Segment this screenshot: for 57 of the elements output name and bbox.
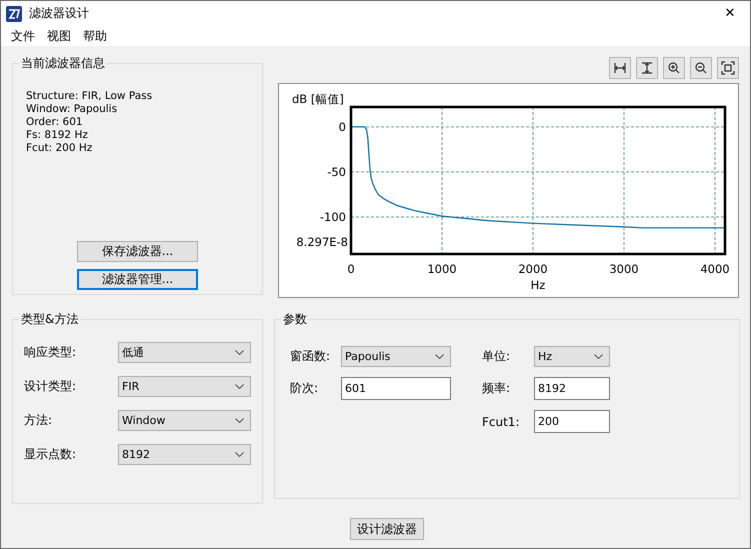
field-label: 阶次: bbox=[290, 380, 320, 397]
dropdown[interactable]: Papoulis bbox=[341, 346, 451, 367]
dropdown[interactable]: 8192 bbox=[118, 444, 251, 465]
filter-button[interactable]: 保存滤波器... bbox=[77, 241, 198, 262]
input-field[interactable]: 601 bbox=[341, 377, 451, 400]
fit-all-icon[interactable] bbox=[717, 57, 739, 79]
field-label: 设计类型: bbox=[24, 378, 78, 395]
group-title: 参数 bbox=[282, 311, 308, 328]
y-tick-label: 0 bbox=[338, 120, 346, 134]
input-field[interactable]: 200 bbox=[534, 410, 610, 433]
app-logo-icon bbox=[6, 6, 22, 22]
chevron-icon bbox=[235, 452, 244, 457]
field-label: 显示点数: bbox=[24, 446, 78, 463]
chevron-icon bbox=[235, 384, 244, 389]
window-title: 滤波器设计 bbox=[29, 5, 90, 22]
field-label: 响应类型: bbox=[24, 344, 78, 361]
design-button[interactable]: 设计滤波器 bbox=[350, 518, 424, 540]
x-tick-label: 1000 bbox=[427, 262, 457, 276]
menu-item[interactable]: 帮助 bbox=[77, 28, 113, 44]
menu-item[interactable]: 文件 bbox=[5, 28, 41, 44]
input-field[interactable]: 8192 bbox=[534, 377, 610, 400]
menu-item[interactable]: 视图 bbox=[41, 28, 77, 44]
y-min-label: 8.297E-8 bbox=[296, 235, 348, 249]
chevron-icon bbox=[235, 418, 244, 423]
dropdown[interactable]: FIR bbox=[118, 376, 251, 397]
info-text: Order: 601 bbox=[26, 116, 84, 129]
zoom-out-icon[interactable] bbox=[690, 57, 712, 79]
info-text: Fs: 8192 Hz bbox=[26, 129, 89, 142]
chevron-icon bbox=[435, 354, 444, 359]
dropdown[interactable]: Hz bbox=[534, 346, 610, 367]
field-label: 频率: bbox=[482, 380, 512, 397]
y-tick-label: -50 bbox=[327, 164, 346, 179]
y-axis-label: dB [幅值] bbox=[292, 92, 344, 106]
field-label: 窗函数: bbox=[290, 348, 332, 365]
info-text: Structure: FIR, Low Pass bbox=[26, 90, 154, 103]
fit-height-icon[interactable] bbox=[636, 57, 658, 79]
field-label: Fcut1: bbox=[482, 414, 520, 428]
fit-width-icon[interactable] bbox=[609, 57, 631, 79]
x-tick-label: 3000 bbox=[609, 262, 639, 276]
chevron-icon bbox=[235, 350, 244, 355]
y-tick-label: -100 bbox=[320, 210, 346, 224]
chevron-icon bbox=[594, 354, 603, 359]
x-axis-label: Hz bbox=[530, 278, 546, 292]
close-button[interactable]: ✕ bbox=[710, 6, 750, 21]
dropdown[interactable]: Window bbox=[118, 410, 251, 431]
zoom-in-icon[interactable] bbox=[663, 57, 685, 79]
filter-button[interactable]: 滤波器管理... bbox=[77, 269, 198, 290]
x-tick-label: 0 bbox=[347, 262, 355, 276]
field-label: 方法: bbox=[24, 412, 54, 429]
info-text: Fcut: 200 Hz bbox=[26, 142, 94, 155]
dropdown[interactable]: 低通 bbox=[118, 342, 251, 363]
x-tick-label: 2000 bbox=[518, 262, 548, 276]
field-label: 单位: bbox=[482, 348, 512, 365]
x-tick-label: 4000 bbox=[700, 262, 730, 276]
group-title: 类型&方法 bbox=[20, 311, 80, 328]
group-title: 当前滤波器信息 bbox=[20, 55, 106, 72]
info-text: Window: Papoulis bbox=[26, 103, 118, 116]
